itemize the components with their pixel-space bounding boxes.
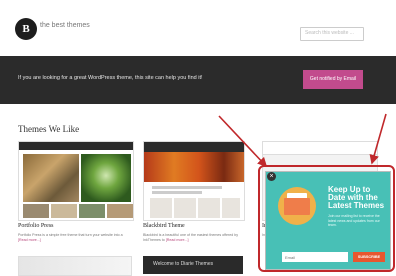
arrow-left [218, 115, 268, 168]
arrow-right [369, 113, 387, 165]
page: B the best themes Search this website ..… [0, 0, 396, 276]
annotation-arrows [218, 113, 387, 168]
